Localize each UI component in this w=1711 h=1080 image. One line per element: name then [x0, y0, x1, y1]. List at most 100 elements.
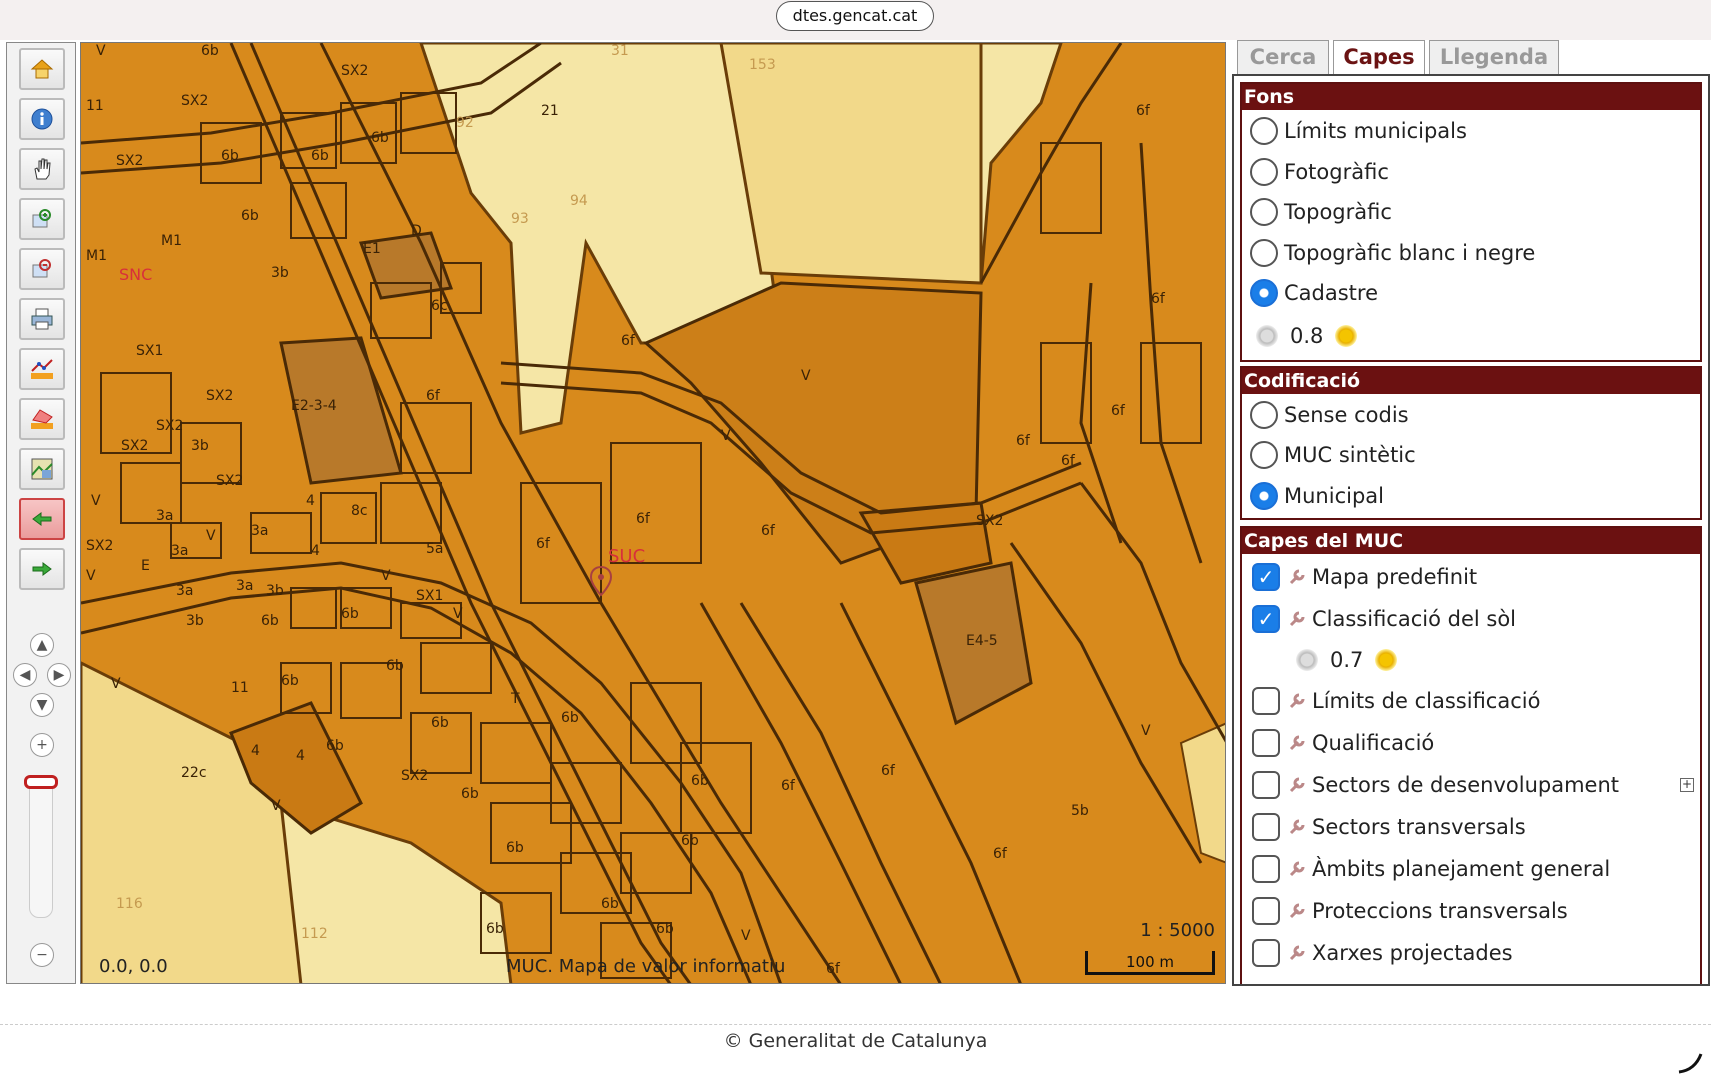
- wrench-icon[interactable]: [1288, 776, 1306, 794]
- radio-button[interactable]: [1250, 117, 1278, 145]
- pan-left-button[interactable]: ◀: [13, 663, 37, 687]
- zoom-out-button[interactable]: −: [30, 943, 54, 967]
- checkbox[interactable]: [1252, 771, 1280, 799]
- map-canvas[interactable]: SNC SUC 21 SX2 SX2 SX2 11 6b 6b 6b 6b 6b…: [80, 42, 1226, 984]
- map-layer-button[interactable]: [19, 448, 65, 490]
- location-pin-icon[interactable]: [589, 565, 613, 597]
- measure-line-icon: [31, 359, 53, 379]
- radio-button-selected[interactable]: [1250, 279, 1278, 307]
- section-capes-muc: Capes del MUC ✓ Mapa predefinit ✓ Classifi…: [1240, 526, 1702, 984]
- map-label-sx1: SX1: [136, 343, 164, 359]
- cadastre-layer: [81, 43, 1225, 983]
- map-label-92: 92: [456, 115, 474, 131]
- checkbox[interactable]: [1252, 897, 1280, 925]
- map-label-6b: 6b: [241, 208, 259, 224]
- checkbox[interactable]: [1252, 687, 1280, 715]
- decrease-opacity-icon[interactable]: [1296, 649, 1318, 671]
- wrench-icon[interactable]: [1288, 902, 1306, 920]
- map-label-e1: E1: [363, 241, 381, 257]
- option-cadastre[interactable]: Cadastre: [1250, 278, 1378, 308]
- zoom-in-button[interactable]: +: [30, 733, 54, 757]
- home-button[interactable]: [19, 48, 65, 90]
- measure-area-icon: [31, 409, 53, 429]
- increase-opacity-icon[interactable]: [1375, 649, 1398, 671]
- wrench-icon[interactable]: [1288, 818, 1306, 836]
- tab-capes[interactable]: Capes: [1333, 40, 1425, 75]
- map-label-3b: 3b: [191, 438, 209, 454]
- layer-ambits-planejament[interactable]: Àmbits planejament general: [1252, 854, 1610, 884]
- map-label-v: V: [91, 493, 101, 509]
- radio-button-selected[interactable]: [1250, 482, 1278, 510]
- zoom-in-box-button[interactable]: [19, 198, 65, 240]
- map-label-6b: 6b: [371, 130, 389, 146]
- section-fons-title: Fons: [1242, 84, 1700, 110]
- section-codificacio-title: Codificació: [1242, 368, 1700, 394]
- zoom-slider-track[interactable]: [29, 778, 53, 918]
- pan-up-button[interactable]: ▲: [30, 633, 54, 657]
- increase-opacity-icon[interactable]: [1335, 325, 1358, 347]
- radio-button[interactable]: [1250, 441, 1278, 469]
- layer-xarxes-projectades[interactable]: Xarxes projectades: [1252, 938, 1513, 968]
- map-label-v: V: [206, 528, 216, 544]
- map-label-sx2: SX2: [401, 768, 429, 784]
- layer-sectors-desenvolupament[interactable]: Sectors de desenvolupament +: [1252, 770, 1696, 800]
- fons-opacity-control[interactable]: 0.8: [1256, 324, 1358, 348]
- radio-button[interactable]: [1250, 401, 1278, 429]
- layer-mapa-predefinit[interactable]: ✓ Mapa predefinit: [1252, 562, 1477, 592]
- measure-line-button[interactable]: [19, 348, 65, 390]
- checkbox[interactable]: [1252, 939, 1280, 967]
- next-view-button[interactable]: [19, 548, 65, 590]
- wrench-icon[interactable]: [1288, 944, 1306, 962]
- layer-proteccions-transversals[interactable]: Proteccions transversals: [1252, 896, 1568, 926]
- layer-limits-classificacio[interactable]: Límits de classificació: [1252, 686, 1540, 716]
- info-button[interactable]: [19, 98, 65, 140]
- option-fotografic[interactable]: Fotogràfic: [1250, 157, 1389, 187]
- wrench-icon[interactable]: [1288, 610, 1306, 628]
- tab-cerca[interactable]: Cerca: [1237, 40, 1329, 74]
- wrench-icon[interactable]: [1288, 568, 1306, 586]
- radio-button[interactable]: [1250, 198, 1278, 226]
- decrease-opacity-icon[interactable]: [1256, 325, 1278, 347]
- checkbox[interactable]: [1252, 729, 1280, 757]
- zoom-in-box-icon: [32, 209, 51, 228]
- zoom-out-box-button[interactable]: [19, 248, 65, 290]
- option-municipal[interactable]: Municipal: [1250, 481, 1384, 511]
- checkbox[interactable]: [1252, 855, 1280, 883]
- classificacio-opacity-control[interactable]: 0.7: [1296, 648, 1398, 672]
- expand-icon[interactable]: +: [1680, 778, 1694, 792]
- pan-right-button[interactable]: ▶: [47, 663, 71, 687]
- option-sense-codis[interactable]: Sense codis: [1250, 400, 1409, 430]
- map-label-m1: M1: [161, 233, 182, 249]
- print-icon: [31, 308, 53, 330]
- layer-sectors-transversals[interactable]: Sectors transversals: [1252, 812, 1526, 842]
- radio-button[interactable]: [1250, 239, 1278, 267]
- option-limits-municipals[interactable]: Límits municipals: [1250, 116, 1467, 146]
- wrench-icon[interactable]: [1288, 692, 1306, 710]
- tab-llegenda[interactable]: Llegenda: [1429, 40, 1559, 74]
- layer-qualificacio[interactable]: Qualificació: [1252, 728, 1434, 758]
- map-label-4: 4: [296, 748, 305, 764]
- print-button[interactable]: [19, 298, 65, 340]
- option-muc-sintetic[interactable]: MUC sintètic: [1250, 440, 1416, 470]
- checkbox[interactable]: [1252, 813, 1280, 841]
- layer-classificacio-sol[interactable]: ✓ Classificació del sòl: [1252, 604, 1516, 634]
- wrench-icon[interactable]: [1288, 860, 1306, 878]
- previous-view-button[interactable]: [19, 498, 65, 540]
- map-label-sx2: SX2: [116, 153, 144, 169]
- wrench-icon[interactable]: [1288, 734, 1306, 752]
- radio-button[interactable]: [1250, 158, 1278, 186]
- pan-down-button[interactable]: ▼: [30, 693, 54, 717]
- previous-view-icon: [32, 512, 52, 526]
- map-label-6f: 6f: [636, 511, 650, 527]
- zoom-slider-handle[interactable]: [24, 775, 58, 789]
- pan-button[interactable]: [19, 148, 65, 190]
- checkbox-checked[interactable]: ✓: [1252, 563, 1280, 591]
- measure-area-button[interactable]: [19, 398, 65, 440]
- option-topografic-bn[interactable]: Topogràfic blanc i negre: [1250, 238, 1535, 268]
- map-label-6c: 6c: [431, 298, 448, 314]
- map-label-m1: M1: [86, 248, 107, 264]
- checkbox-checked[interactable]: ✓: [1252, 605, 1280, 633]
- url-bar[interactable]: dtes.gencat.cat: [776, 1, 934, 31]
- option-topografic[interactable]: Topogràfic: [1250, 197, 1392, 227]
- map-label-5a: 5a: [426, 541, 444, 557]
